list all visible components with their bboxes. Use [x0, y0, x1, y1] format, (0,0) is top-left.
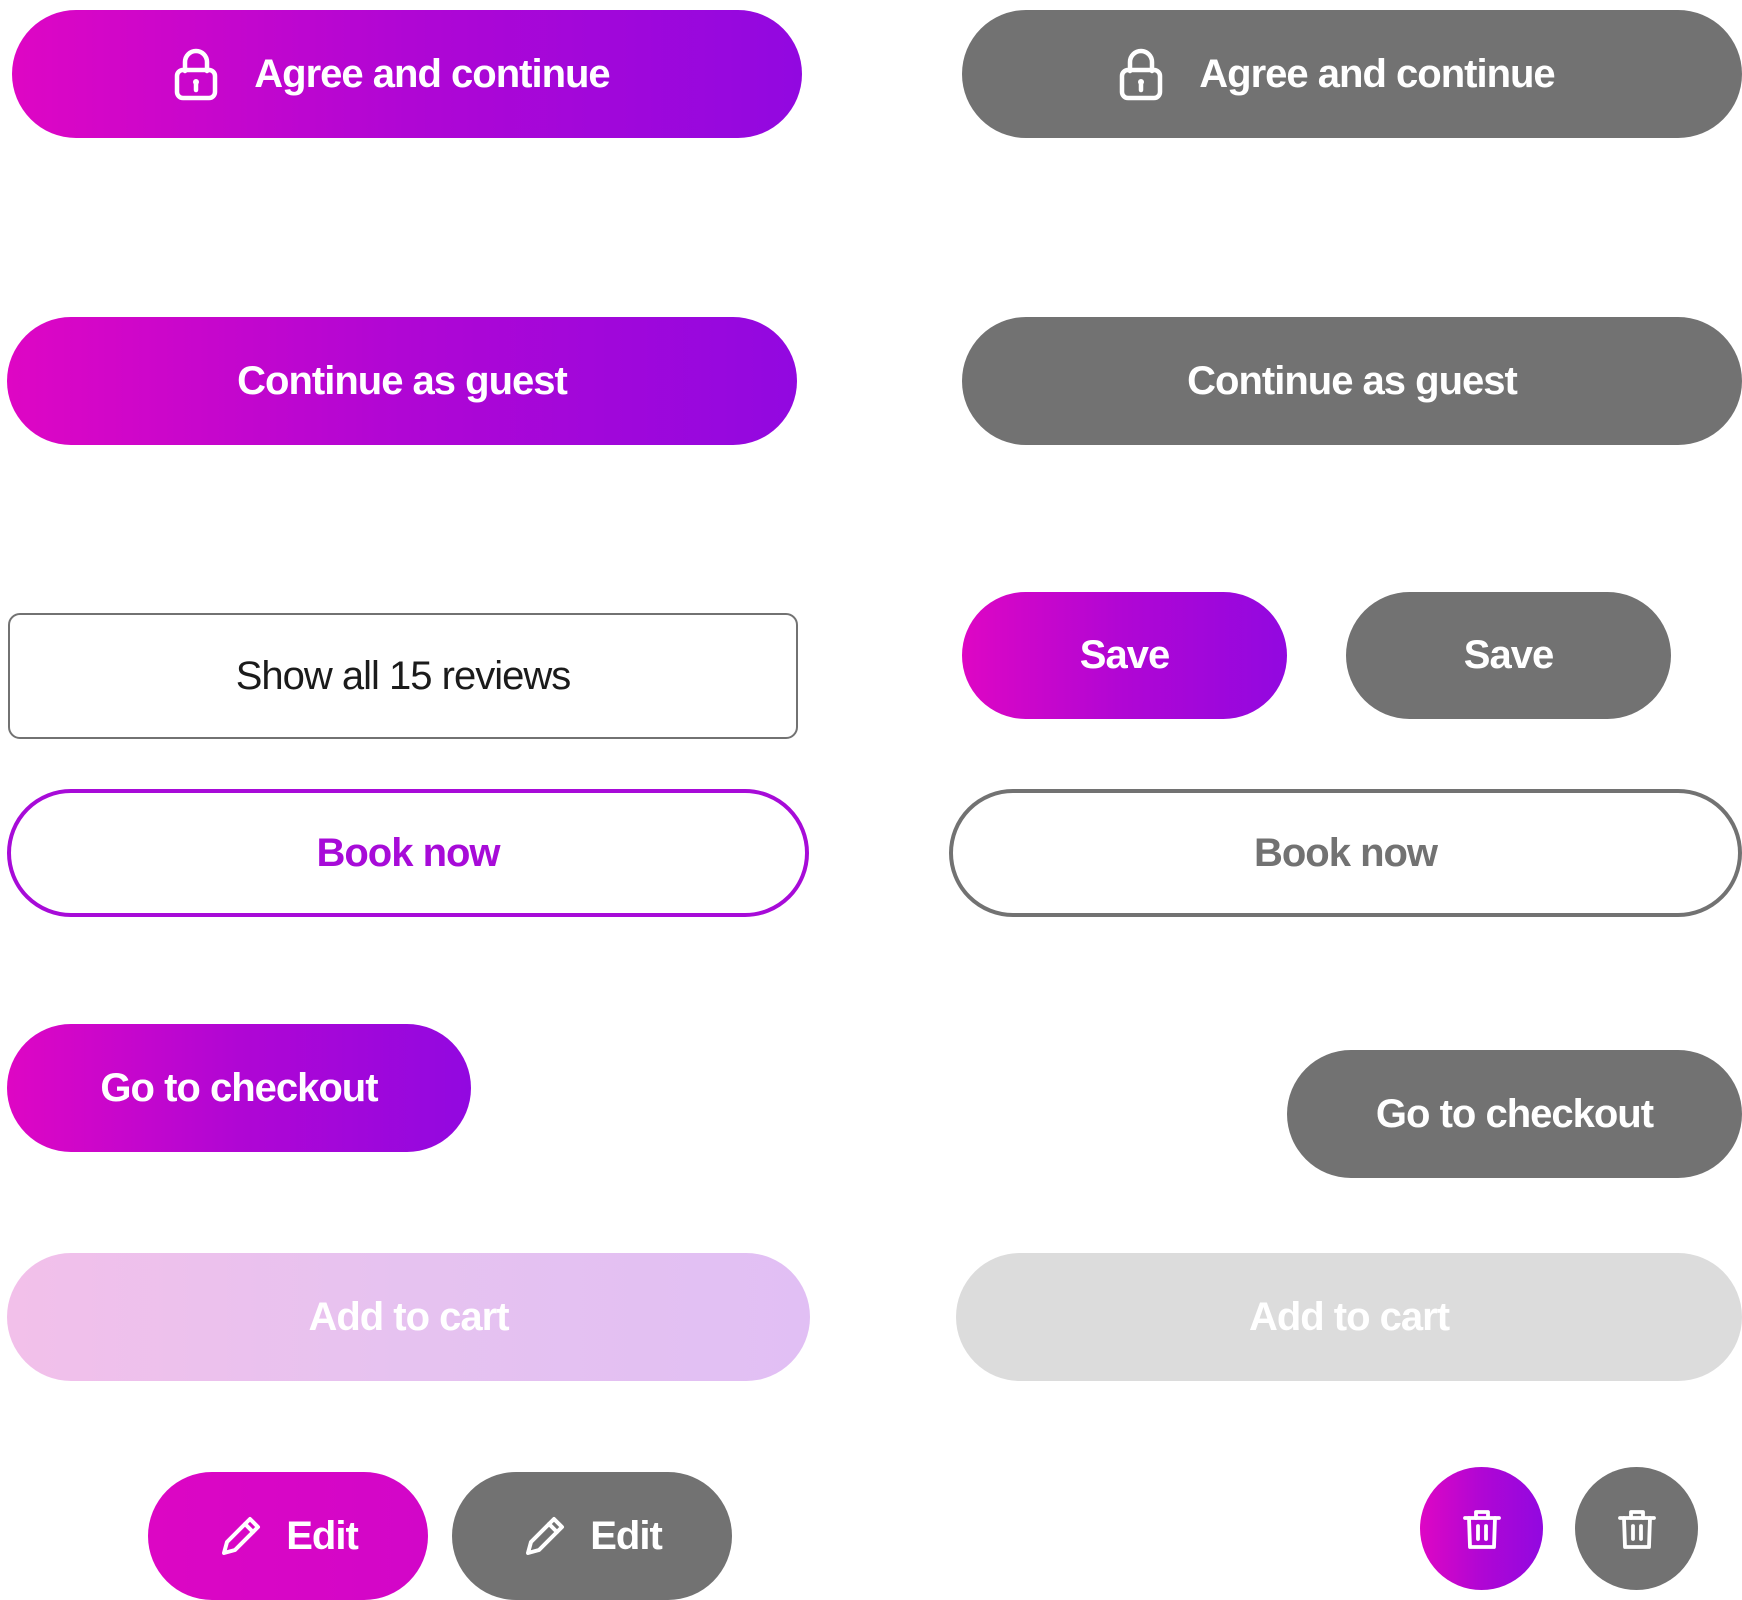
book-now-button[interactable]: Book now [7, 789, 809, 917]
add-to-cart-label: Add to cart [1248, 1294, 1450, 1339]
pencil-icon [218, 1513, 264, 1559]
pencil-icon [522, 1513, 568, 1559]
save-label: Save [1079, 633, 1170, 677]
save-label: Save [1463, 633, 1554, 677]
save-button[interactable]: Save [962, 592, 1287, 719]
go-to-checkout-button-grey[interactable]: Go to checkout [1287, 1050, 1742, 1178]
agree-and-continue-label: Agree and continue [254, 51, 610, 96]
add-to-cart-label: Add to cart [308, 1294, 509, 1339]
go-to-checkout-button[interactable]: Go to checkout [7, 1024, 471, 1152]
book-now-label: Book now [316, 830, 500, 875]
delete-button[interactable] [1420, 1467, 1543, 1590]
trash-icon [1462, 1507, 1502, 1551]
agree-and-continue-label: Agree and continue [1199, 51, 1555, 96]
show-all-reviews-button[interactable]: Show all 15 reviews [8, 613, 798, 739]
go-to-checkout-label: Go to checkout [1375, 1091, 1654, 1136]
add-to-cart-button-disabled-grey[interactable]: Add to cart [956, 1253, 1742, 1381]
continue-as-guest-button-grey[interactable]: Continue as guest [962, 317, 1742, 445]
edit-button-grey[interactable]: Edit [452, 1472, 732, 1600]
edit-label: Edit [590, 1513, 663, 1558]
delete-button-grey[interactable] [1575, 1467, 1698, 1590]
show-all-reviews-label: Show all 15 reviews [235, 653, 571, 698]
lock-icon [1119, 47, 1163, 101]
edit-button[interactable]: Edit [148, 1472, 428, 1600]
save-button-grey[interactable]: Save [1346, 592, 1671, 719]
lock-icon [174, 47, 218, 101]
continue-as-guest-label: Continue as guest [237, 358, 568, 403]
edit-label: Edit [286, 1513, 359, 1558]
continue-as-guest-button[interactable]: Continue as guest [7, 317, 797, 445]
agree-and-continue-button[interactable]: Agree and continue [12, 10, 802, 138]
add-to-cart-button-disabled[interactable]: Add to cart [7, 1253, 810, 1381]
book-now-button-grey[interactable]: Book now [949, 789, 1742, 917]
trash-icon [1617, 1507, 1657, 1551]
agree-and-continue-button-grey[interactable]: Agree and continue [962, 10, 1742, 138]
go-to-checkout-label: Go to checkout [100, 1065, 378, 1110]
book-now-label: Book now [1253, 830, 1438, 875]
continue-as-guest-label: Continue as guest [1187, 358, 1518, 403]
